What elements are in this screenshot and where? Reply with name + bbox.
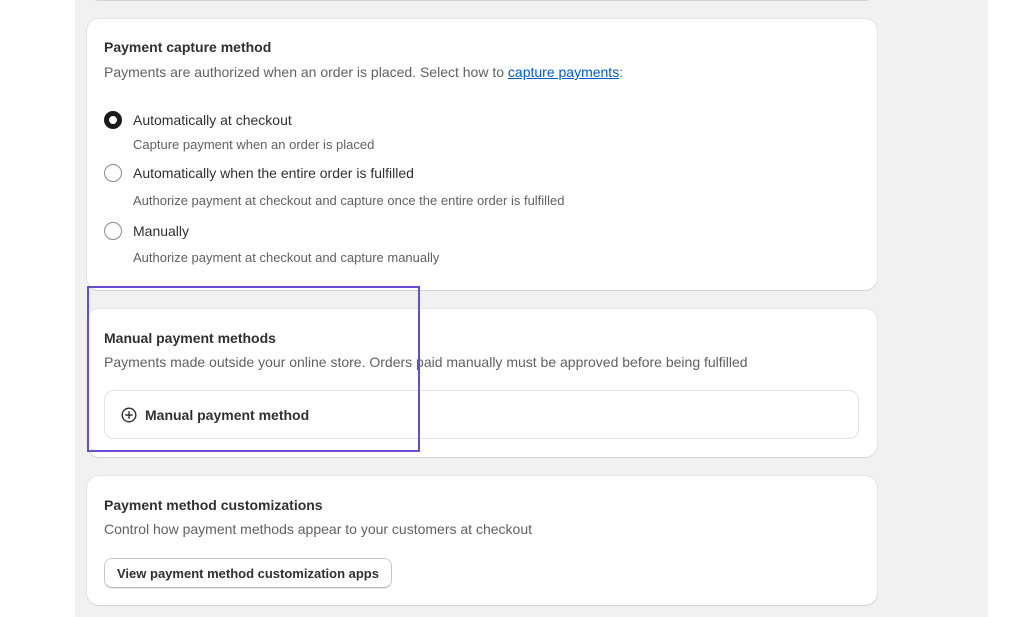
capture-payments-link[interactable]: capture payments	[508, 64, 619, 80]
manual-description: Payments made outside your online store.…	[104, 354, 748, 370]
add-manual-payment-method-label: Manual payment method	[145, 406, 310, 423]
radio-option-auto-checkout[interactable]: Automatically at checkout	[104, 111, 292, 129]
payment-customizations-card: Payment method customizations Control ho…	[87, 476, 877, 605]
radio-help-auto-fulfilled: Authorize payment at checkout and captur…	[133, 193, 565, 208]
manual-title: Manual payment methods	[104, 330, 276, 346]
radio-option-manually[interactable]: Manually	[104, 222, 189, 240]
add-manual-payment-method-button[interactable]: Manual payment method	[104, 390, 859, 439]
view-customization-apps-button[interactable]: View payment method customization apps	[104, 558, 392, 588]
payment-capture-card: Payment capture method Payments are auth…	[87, 19, 877, 290]
customizations-title: Payment method customizations	[104, 497, 323, 513]
capture-description-text: Payments are authorized when an order is…	[104, 64, 508, 80]
radio-label-manually: Manually	[133, 223, 190, 239]
customizations-description: Control how payment methods appear to yo…	[104, 521, 532, 537]
capture-description: Payments are authorized when an order is…	[104, 64, 623, 80]
radio-label-auto-checkout: Automatically at checkout	[133, 112, 292, 128]
radio-button-auto-fulfilled[interactable]	[104, 164, 122, 182]
manual-payment-methods-card: Manual payment methods Payments made out…	[87, 309, 877, 457]
radio-label-auto-fulfilled: Automatically when the entire order is f…	[133, 165, 414, 181]
capture-title: Payment capture method	[104, 39, 272, 55]
radio-help-auto-checkout: Capture payment when an order is placed	[133, 137, 375, 152]
capture-description-suffix: :	[619, 64, 624, 80]
plus-circle-icon	[121, 406, 137, 423]
radio-help-manually: Authorize payment at checkout and captur…	[133, 250, 440, 265]
radio-option-auto-fulfilled[interactable]: Automatically when the entire order is f…	[104, 164, 414, 182]
radio-button-auto-checkout[interactable]	[104, 111, 122, 129]
radio-button-manually[interactable]	[104, 222, 122, 240]
